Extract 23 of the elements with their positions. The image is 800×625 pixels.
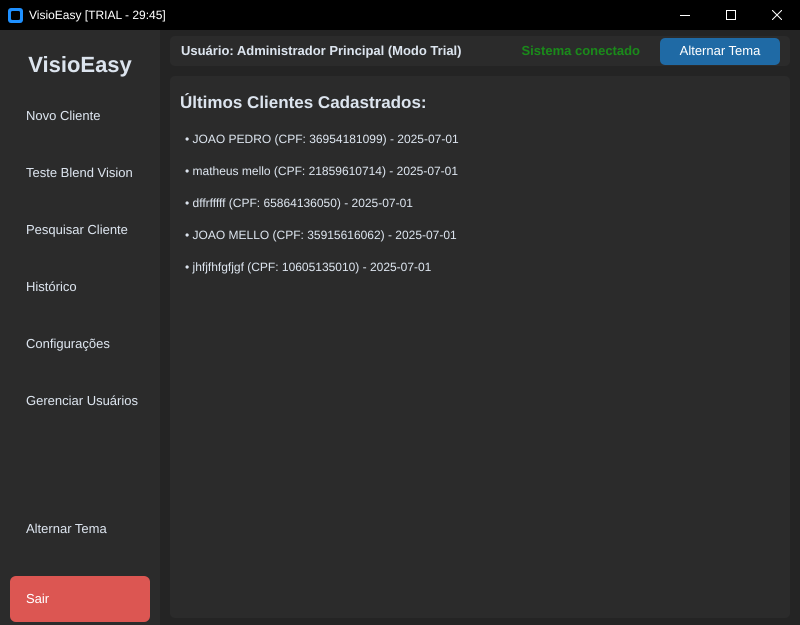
nav-item[interactable]: Alternar Tema	[0, 514, 160, 544]
nav-item[interactable]: Gerenciar Usuários	[0, 386, 160, 416]
connection-status: Sistema conectado	[522, 42, 640, 60]
user-label: Usuário: Administrador Principal (Modo Trial)	[181, 42, 462, 60]
nav-item[interactable]: Histórico	[0, 272, 160, 302]
client-entry: • dffrfffff (CPF: 65864136050) - 2025-07-01	[184, 194, 414, 210]
client-entry: • JOAO MELLO (CPF: 35915616062) - 2025-07-01	[184, 226, 458, 242]
nav-item[interactable]: Configurações	[0, 329, 160, 359]
maximize-icon	[726, 10, 736, 20]
app-logo: VisioEasy	[27, 51, 133, 79]
nav-item[interactable]: Novo Cliente	[0, 101, 160, 131]
nav-item[interactable]: Pesquisar Cliente	[0, 215, 160, 245]
minimize-icon	[680, 14, 690, 16]
client-entry: • jhfjfhfgfjgf (CPF: 10605135010) - 2025-07-01	[184, 258, 432, 274]
app-icon	[8, 8, 23, 22]
theme-button[interactable]: Alternar Tema	[660, 38, 780, 64]
section-title: Últimos Clientes Cadastrados:	[180, 92, 428, 114]
nav-item[interactable]: Teste Blend Vision	[0, 158, 160, 188]
window-title: VisioEasy [TRIAL - 29:45]	[29, 7, 166, 24]
exit-button[interactable]: Sair	[10, 576, 150, 622]
client-entry: • JOAO PEDRO (CPF: 36954181099) - 2025-07-01	[184, 130, 460, 146]
client-entry: • matheus mello (CPF: 21859610714) - 2025-07-01	[184, 162, 460, 178]
close-icon	[772, 10, 782, 20]
